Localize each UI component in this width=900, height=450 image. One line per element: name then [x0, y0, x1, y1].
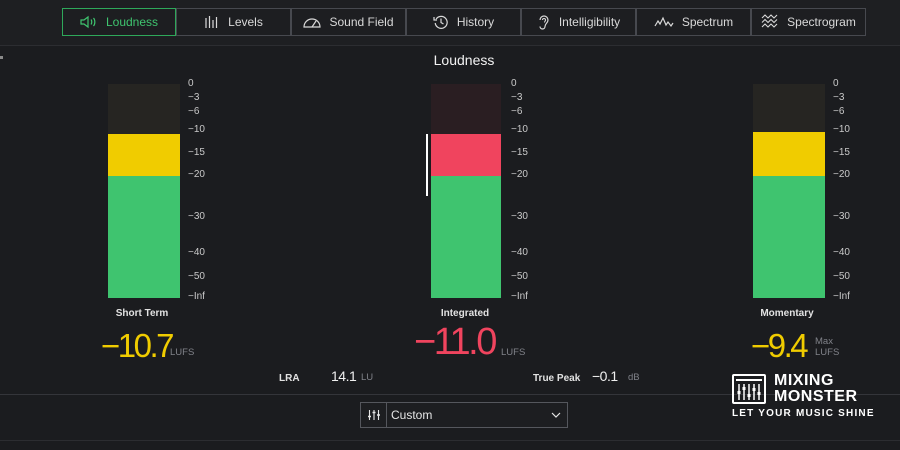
- history-icon: [433, 15, 448, 29]
- scale-tick: −20: [511, 169, 528, 180]
- meter-green-segment: [108, 176, 180, 298]
- speaker-icon: [80, 15, 96, 29]
- scale-tick: −40: [188, 247, 205, 258]
- scale-tick: −50: [188, 271, 205, 282]
- meter-yellow-segment: [753, 132, 825, 176]
- sound-field-icon: [303, 18, 322, 28]
- meter-green-segment: [753, 176, 825, 298]
- momentary-label: Momentary: [760, 308, 814, 319]
- scale-tick: 0: [833, 78, 839, 89]
- tab-spectrogram[interactable]: Spectrogram: [751, 8, 866, 36]
- tab-sound-field[interactable]: Sound Field: [291, 8, 406, 36]
- momentary-meter: [753, 84, 825, 298]
- scale-tick: −30: [511, 211, 528, 222]
- tab-spectrum-label: Spectrum: [681, 15, 734, 29]
- lra-label: LRA: [279, 373, 300, 384]
- scale-tick: −30: [833, 211, 850, 222]
- scale-tick: −3: [833, 92, 845, 103]
- scale-tick: −50: [511, 271, 528, 282]
- scale-tick: −15: [511, 147, 528, 158]
- scale-tick: −10: [188, 124, 205, 135]
- scale-tick: −15: [833, 147, 850, 158]
- short-term-scale: 0 −3 −6 −10 −15 −20 −30 −40 −50 −Inf: [188, 79, 228, 302]
- panel-edge-marker: [0, 56, 3, 59]
- logo-line-2: MONSTER: [774, 388, 858, 405]
- true-peak-label: True Peak: [533, 373, 581, 384]
- scale-tick: −Inf: [833, 291, 850, 302]
- scale-tick: −20: [188, 169, 205, 180]
- preset-settings-button[interactable]: [361, 403, 387, 427]
- scale-tick: −Inf: [188, 291, 205, 302]
- meter-headroom: [753, 84, 825, 132]
- tab-loudness[interactable]: Loudness: [62, 8, 176, 36]
- panel-title: Loudness: [433, 52, 495, 68]
- chevron-down-icon: [551, 412, 561, 418]
- tab-intelligibility-label: Intelligibility: [558, 15, 621, 29]
- spectrogram-icon: [761, 14, 778, 28]
- scale-tick: −Inf: [511, 291, 528, 302]
- short-term-label: Short Term: [115, 308, 169, 319]
- meter-headroom: [431, 84, 501, 134]
- tab-spectrogram-label: Spectrogram: [787, 15, 856, 29]
- tab-loudness-label: Loudness: [105, 15, 159, 29]
- momentary-value: −9.4: [751, 327, 809, 364]
- short-term-meter: [108, 84, 180, 298]
- tab-history[interactable]: History: [406, 8, 521, 36]
- true-peak-unit: dB: [628, 372, 640, 383]
- lra-unit: LU: [361, 372, 374, 383]
- ear-icon: [539, 15, 549, 30]
- meter-green-segment: [431, 176, 501, 298]
- meter-red-segment: [431, 134, 501, 176]
- scale-tick: −6: [833, 106, 845, 117]
- short-term-value: −10.7: [101, 327, 175, 364]
- tab-sound-field-label: Sound Field: [329, 15, 394, 29]
- integrated-meter: [431, 84, 501, 298]
- tab-levels[interactable]: Levels: [176, 8, 291, 36]
- tab-spectrum[interactable]: Spectrum: [636, 8, 751, 36]
- preset-value: Custom: [391, 408, 433, 422]
- integrated-scale: 0 −3 −6 −10 −15 −20 −30 −40 −50 −Inf: [511, 79, 551, 302]
- sliders-icon: [367, 410, 380, 420]
- bottom-border: [0, 440, 900, 441]
- mixer-logo-icon: [732, 374, 766, 404]
- integrated-range-marker: [426, 134, 428, 196]
- level-bars-icon: [205, 16, 218, 28]
- scale-tick: 0: [188, 78, 194, 89]
- meter-headroom: [108, 84, 180, 134]
- logo-line-1: MIXING: [774, 372, 834, 389]
- scale-tick: −20: [833, 169, 850, 180]
- integrated-value: −11.0: [414, 321, 497, 363]
- scale-tick: −6: [188, 106, 200, 117]
- momentary-max-label: Max: [815, 336, 833, 347]
- scale-tick: −40: [511, 247, 528, 258]
- scale-tick: −3: [188, 92, 200, 103]
- scale-tick: −6: [511, 106, 523, 117]
- true-peak-value: −0.1: [592, 368, 618, 384]
- integrated-label: Integrated: [440, 308, 490, 319]
- scale-tick: −50: [833, 271, 850, 282]
- logo-tagline: LET YOUR MUSIC SHINE: [732, 408, 875, 419]
- scale-tick: −10: [833, 124, 850, 135]
- spectrum-icon: [654, 16, 674, 28]
- view-tab-bar: Loudness Levels Sound Field History Inte…: [0, 0, 900, 46]
- integrated-unit: LUFS: [501, 347, 526, 358]
- preset-dropdown[interactable]: Custom: [360, 402, 568, 428]
- scale-tick: −15: [188, 147, 205, 158]
- tab-intelligibility[interactable]: Intelligibility: [521, 8, 636, 36]
- scale-tick: 0: [511, 78, 517, 89]
- tab-history-label: History: [456, 15, 495, 29]
- short-term-unit: LUFS: [170, 347, 195, 358]
- meter-yellow-segment: [108, 134, 180, 176]
- momentary-unit: LUFS: [815, 347, 840, 358]
- scale-tick: −10: [511, 124, 528, 135]
- scale-tick: −3: [511, 92, 523, 103]
- mixing-monster-logo: MIXING MONSTER LET YOUR MUSIC SHINE: [732, 372, 882, 422]
- momentary-scale: 0 −3 −6 −10 −15 −20 −30 −40 −50 −Inf: [833, 79, 873, 302]
- lra-value: 14.1: [331, 368, 357, 384]
- scale-tick: −30: [188, 211, 205, 222]
- tab-levels-label: Levels: [228, 15, 263, 29]
- scale-tick: −40: [833, 247, 850, 258]
